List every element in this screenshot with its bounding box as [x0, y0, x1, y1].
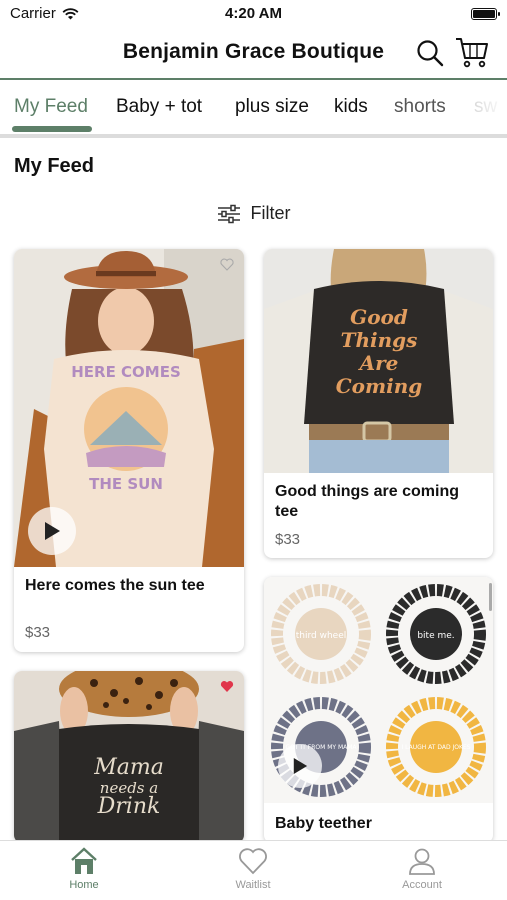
app-header: Benjamin Grace Boutique — [0, 28, 507, 80]
account-icon — [409, 848, 435, 875]
section-title: My Feed — [14, 155, 95, 177]
tab-plus-size[interactable]: plus size — [235, 96, 309, 118]
product-name: Baby teether — [275, 815, 372, 832]
product-name: Here comes the sun tee — [25, 577, 205, 594]
print-line-3: Drink — [97, 794, 161, 819]
product-card-baby-teether[interactable]: third wheel bite me. GOT IT FROM MY MAMA… — [264, 577, 493, 843]
nav-account-label: Account — [402, 879, 442, 891]
play-video-button[interactable] — [28, 507, 76, 555]
nav-home[interactable]: Home — [34, 847, 134, 891]
print-word-2: Things — [341, 328, 418, 352]
play-video-button[interactable] — [278, 744, 322, 788]
category-tabs: My Feed Baby + tot plus size kids shorts… — [0, 82, 507, 138]
nav-waitlist-label: Waitlist — [235, 879, 271, 891]
teether-text-4: I LAUGH AT DAD JOKES — [401, 744, 470, 751]
print-word-3: Are — [358, 351, 399, 375]
filter-button[interactable]: Filter — [0, 203, 507, 224]
product-image-good-things-tee: Good Things Are Coming — [264, 249, 493, 473]
teether-text-1: third wheel — [296, 631, 347, 641]
nav-waitlist[interactable]: Waitlist — [203, 847, 303, 891]
product-price: $33 — [25, 624, 51, 641]
bottom-navigation: Home Waitlist Account — [0, 840, 507, 900]
print-line-1: Mama — [93, 755, 164, 780]
tab-baby-tot[interactable]: Baby + tot — [116, 96, 202, 118]
teether-text-2: bite me. — [417, 631, 454, 641]
tab-kids[interactable]: kids — [334, 96, 368, 118]
play-icon — [293, 758, 308, 774]
wishlist-heart-icon[interactable] — [220, 258, 234, 271]
product-card-sun-tee[interactable]: HERE COMES THE SUN Here comes the sun te… — [14, 249, 244, 652]
print-word-4: Coming — [336, 374, 423, 398]
product-name: Good things are coming tee — [275, 483, 460, 520]
nav-home-label: Home — [69, 879, 99, 891]
play-icon — [45, 522, 60, 540]
nav-account[interactable]: Account — [372, 847, 472, 891]
tabs-fade — [447, 82, 507, 134]
status-bar: Carrier 4:20 AM — [0, 0, 507, 28]
sliders-icon — [217, 204, 240, 223]
print-text-top: HERE COMES — [71, 363, 181, 381]
print-text-bottom: THE SUN — [89, 475, 163, 493]
wishlist-heart-icon-active[interactable] — [220, 680, 234, 693]
clock: 4:20 AM — [225, 5, 282, 22]
tab-shorts[interactable]: shorts — [394, 96, 446, 118]
product-card-mama-drink[interactable]: Mama needs a Drink — [14, 671, 244, 843]
battery-icon — [471, 8, 500, 20]
home-icon — [71, 847, 97, 874]
product-card-good-things-tee[interactable]: Good Things Are Coming Good things are c… — [264, 249, 493, 558]
filter-label: Filter — [250, 203, 291, 223]
scroll-indicator — [489, 583, 492, 611]
search-icon[interactable] — [415, 38, 445, 68]
heart-icon — [239, 848, 267, 875]
tab-my-feed[interactable]: My Feed — [14, 96, 88, 118]
product-image-mama-drink: Mama needs a Drink — [14, 671, 244, 843]
product-price: $33 — [275, 531, 301, 548]
cart-icon[interactable] — [455, 36, 489, 68]
active-tab-indicator — [12, 126, 92, 132]
print-word-1: Good — [350, 305, 408, 329]
